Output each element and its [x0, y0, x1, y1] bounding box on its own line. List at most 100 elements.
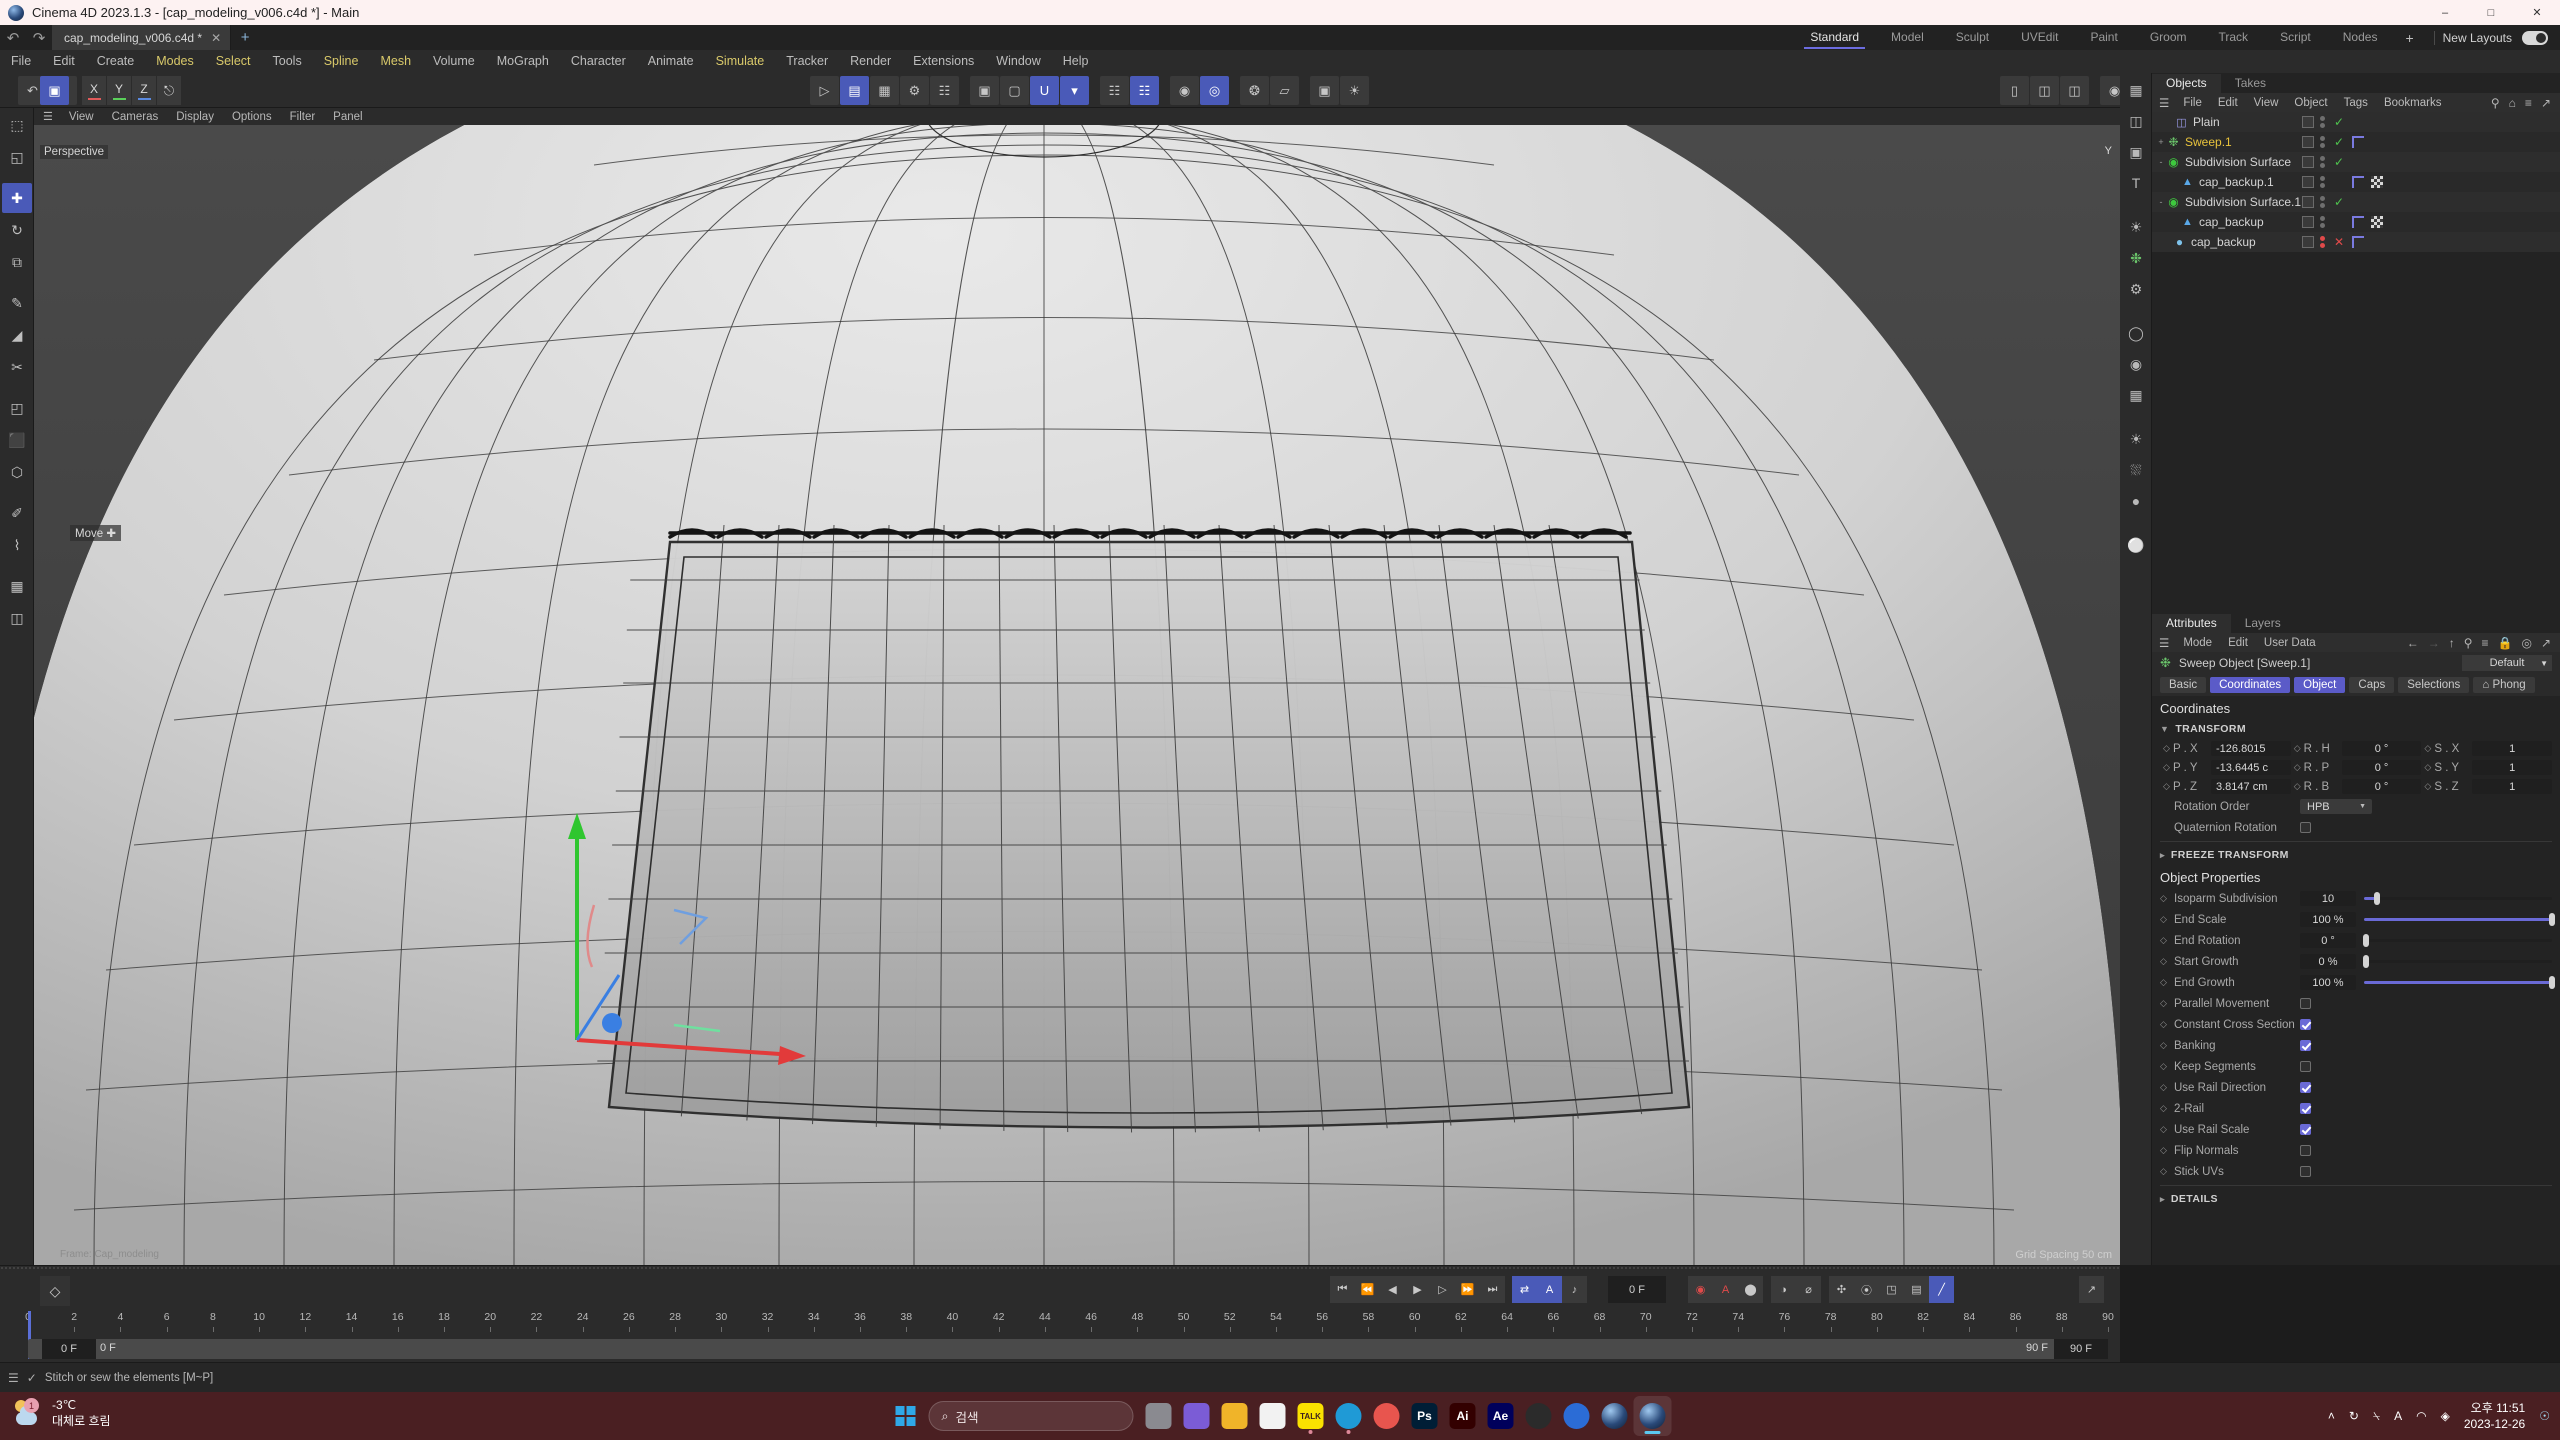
scale-field[interactable]: 1: [2472, 760, 2553, 775]
om-menu-bookmarks[interactable]: Bookmarks: [2376, 97, 2450, 109]
visibility-dots[interactable]: [2320, 216, 2325, 228]
undo-icon[interactable]: ↶: [0, 25, 26, 50]
phong-tag-icon[interactable]: [2352, 236, 2364, 248]
menu-item-simulate[interactable]: Simulate: [705, 50, 776, 73]
timeline-range-bar[interactable]: 0 F 0 F 90 F 90 F: [28, 1339, 2108, 1359]
keyframe-diamond-icon[interactable]: ◇: [2160, 1040, 2174, 1051]
spline-tool[interactable]: ⌇: [2, 530, 32, 560]
attribute-tab-caps[interactable]: Caps: [2349, 677, 2395, 693]
start-button[interactable]: [889, 1399, 923, 1433]
taskbar-app-acrobat[interactable]: [1520, 1396, 1558, 1436]
new-document-button[interactable]: +: [231, 29, 259, 46]
tangent-mode-button[interactable]: ╱: [1929, 1276, 1954, 1303]
current-frame-field[interactable]: 0 F: [1608, 1276, 1666, 1303]
forward-icon[interactable]: →: [2428, 636, 2440, 650]
om-menu-tags[interactable]: Tags: [2336, 97, 2376, 109]
editor-visibility-icon[interactable]: [2302, 196, 2314, 208]
visibility-dot[interactable]: [2320, 136, 2325, 141]
object-name[interactable]: Subdivision Surface: [2185, 155, 2291, 169]
slider-knob[interactable]: [2549, 913, 2555, 926]
layout-tab-uvedit[interactable]: UVEdit: [2005, 25, 2074, 50]
render-settings-button[interactable]: ⚙: [900, 76, 929, 105]
object-row[interactable]: ▲ cap_backup: [2152, 212, 2560, 232]
rotation-order-dropdown[interactable]: HPB ▼: [2300, 799, 2372, 814]
onedrive-sync-icon[interactable]: ↻: [2349, 1409, 2359, 1423]
visibility-dots[interactable]: [2320, 136, 2325, 148]
selection-tool[interactable]: ⬚: [2, 110, 32, 140]
point-level-anim-button[interactable]: ◳: [1879, 1276, 1904, 1303]
object-axis-button[interactable]: ⎋: [157, 76, 181, 105]
keyframe-diamond-icon[interactable]: ◇: [2160, 956, 2174, 967]
property-checkbox[interactable]: [2300, 1040, 2311, 1051]
dynamics-button[interactable]: ◉: [1170, 76, 1199, 105]
simulate-button[interactable]: ◎: [1200, 76, 1229, 105]
generator-icon[interactable]: ◉: [2122, 350, 2150, 378]
knife-tool[interactable]: ✂: [2, 352, 32, 382]
light-button[interactable]: ☀: [1340, 76, 1369, 105]
visibility-dot[interactable]: [2320, 223, 2325, 228]
home-icon[interactable]: ⌂: [2509, 96, 2516, 110]
enabled-check-icon[interactable]: ✓: [2334, 155, 2344, 169]
asset-browser-button[interactable]: ▣: [970, 76, 999, 105]
visibility-dot[interactable]: [2320, 183, 2325, 188]
playback-option-controls[interactable]: ⇄ A ♪: [1512, 1276, 1587, 1303]
light-icon[interactable]: ☀: [2122, 213, 2150, 241]
visibility-dot[interactable]: [2320, 163, 2325, 168]
next-frame-button[interactable]: ▷: [1430, 1276, 1455, 1303]
scale-tool[interactable]: ⧉: [2, 247, 32, 277]
axis-lock-z[interactable]: Z: [132, 76, 156, 105]
key-mode-button[interactable]: ▤: [1904, 1276, 1929, 1303]
property-slider[interactable]: [2364, 891, 2552, 906]
camera-icon[interactable]: ●: [2122, 487, 2150, 515]
om-menu-object[interactable]: Object: [2286, 97, 2335, 109]
render-view-button[interactable]: ▷: [810, 76, 839, 105]
weather-widget[interactable]: 1 -3℃ 대체로 흐림: [14, 1397, 111, 1429]
bevel-tool[interactable]: ◰: [2, 393, 32, 423]
scale-field[interactable]: 1: [2472, 741, 2553, 756]
status-hamburger-icon[interactable]: ☰: [8, 1371, 19, 1385]
attribute-tab-object[interactable]: Object: [2294, 677, 2346, 693]
taskbar-app-photoshop[interactable]: Ps: [1406, 1396, 1444, 1436]
keyframe-diamond-icon[interactable]: ◇: [2160, 977, 2174, 988]
add-layout-button[interactable]: +: [2393, 30, 2425, 46]
text-icon[interactable]: T: [2122, 169, 2150, 197]
menu-item-window[interactable]: Window: [985, 50, 1051, 73]
expand-icon[interactable]: +: [2156, 137, 2166, 147]
visibility-dots[interactable]: [2320, 236, 2325, 248]
layout-tab-paint[interactable]: Paint: [2074, 25, 2133, 50]
menu-item-edit[interactable]: Edit: [42, 50, 86, 73]
new-layouts-toggle[interactable]: [2522, 30, 2548, 45]
property-checkbox[interactable]: [2300, 1166, 2311, 1177]
layout-tab-groom[interactable]: Groom: [2134, 25, 2203, 50]
position-field[interactable]: -126.8015: [2211, 741, 2291, 756]
play-button[interactable]: ▶: [1405, 1276, 1430, 1303]
polygon-pen-tool[interactable]: ✐: [2, 498, 32, 528]
ime-icon[interactable]: A: [2394, 1409, 2402, 1423]
property-checkbox[interactable]: [2300, 1019, 2311, 1030]
property-checkbox[interactable]: [2300, 1082, 2311, 1093]
visibility-dot[interactable]: [2320, 216, 2325, 221]
keyframe-diamond-icon[interactable]: ◇: [2160, 935, 2174, 946]
tab-layers[interactable]: Layers: [2230, 614, 2295, 633]
menu-item-tools[interactable]: Tools: [262, 50, 313, 73]
object-row[interactable]: - ◉ Subdivision Surface.1 ✓: [2152, 192, 2560, 212]
viewport-stage[interactable]: Perspective Y Move ✚ Grid Spacing 50 cm …: [34, 125, 2120, 1265]
scale-key-button[interactable]: ✣: [1829, 1276, 1854, 1303]
lock-icon[interactable]: 🔒: [2498, 636, 2513, 650]
sound-button[interactable]: ♪: [1562, 1276, 1587, 1303]
taskbar-app-zbrush[interactable]: [1558, 1396, 1596, 1436]
position-key-button[interactable]: ◑: [1771, 1276, 1796, 1303]
search-box[interactable]: ⌕ 검색: [928, 1401, 1134, 1431]
camera-button[interactable]: ▣: [1310, 76, 1339, 105]
go-to-start-button[interactable]: ⏮: [1330, 1276, 1355, 1303]
target-icon[interactable]: ◎: [2521, 636, 2531, 650]
om-menu-edit[interactable]: Edit: [2210, 97, 2246, 109]
quantize-button[interactable]: ☷: [1130, 76, 1159, 105]
keyframe-diamond-icon[interactable]: ◇: [2160, 781, 2173, 792]
go-to-end-button[interactable]: ⏭: [1480, 1276, 1505, 1303]
record-keyframe-button[interactable]: ◇: [40, 1276, 70, 1306]
attribute-tab-coordinates[interactable]: Coordinates: [2210, 677, 2291, 693]
taskbar-app-after-effects[interactable]: Ae: [1482, 1396, 1520, 1436]
content-browser-button[interactable]: ▢: [1000, 76, 1029, 105]
viewport-menu-filter[interactable]: Filter: [281, 111, 325, 123]
